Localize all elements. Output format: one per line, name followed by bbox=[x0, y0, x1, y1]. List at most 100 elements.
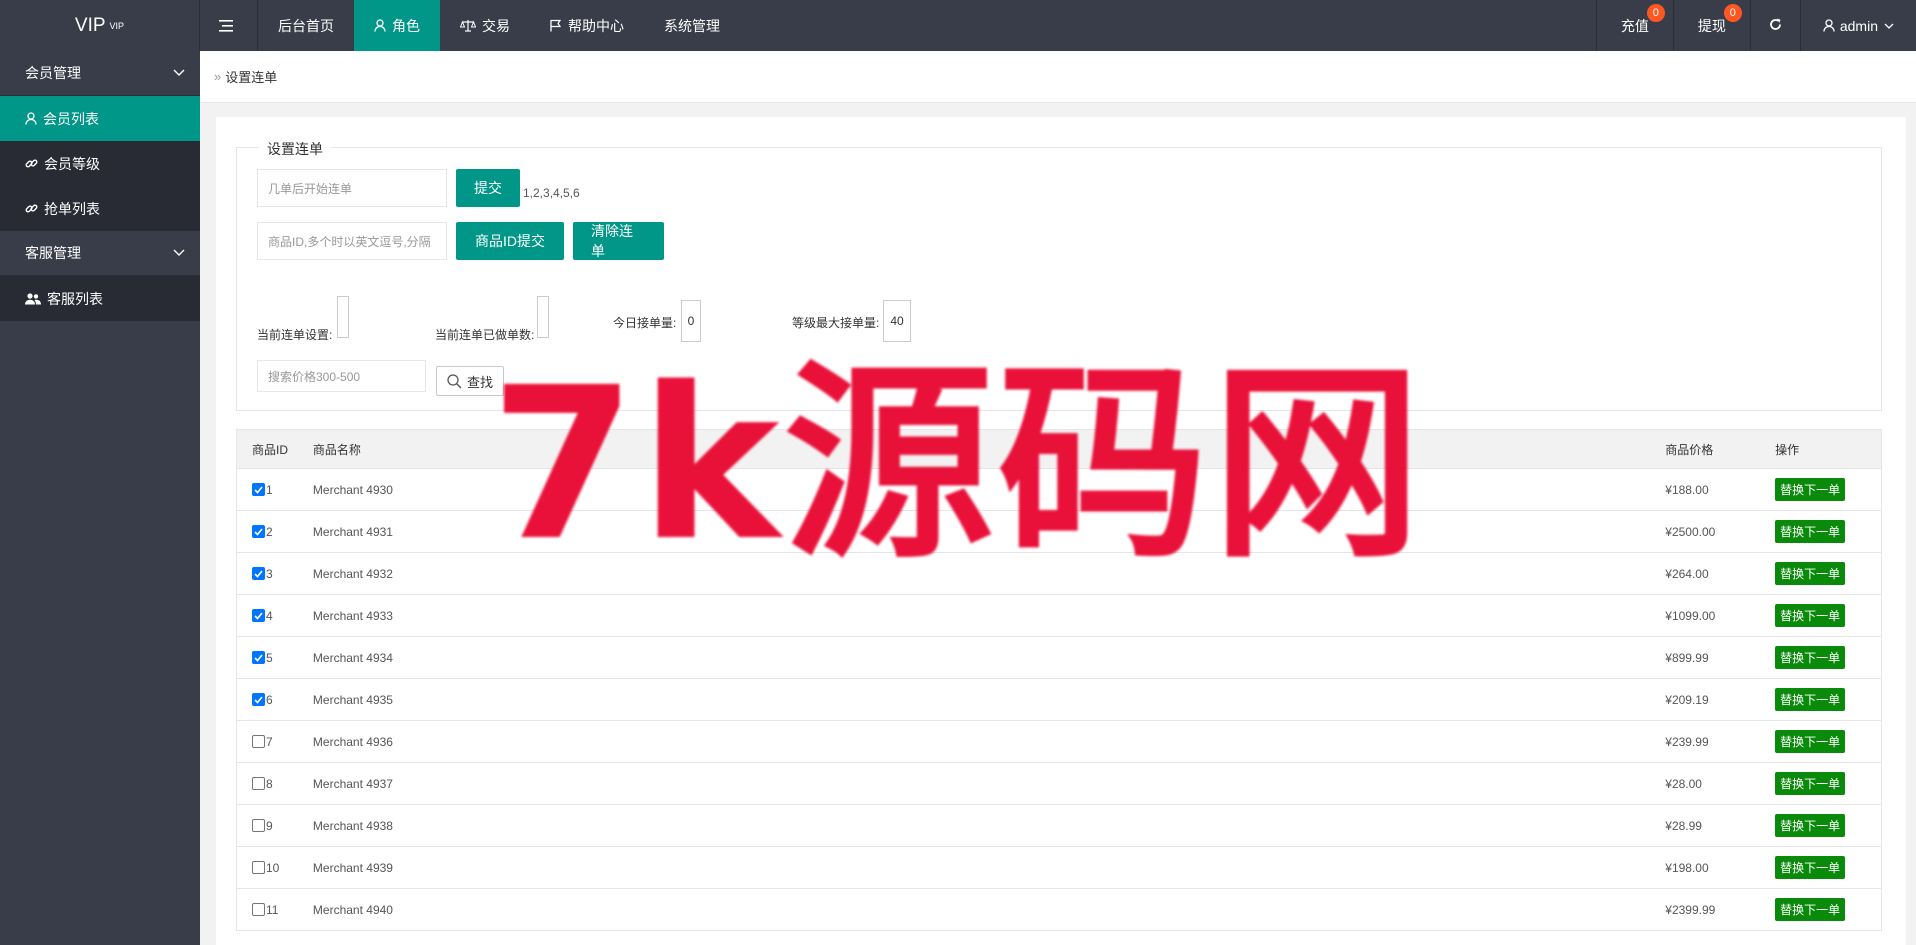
table-row: 10 Merchant 4939 ¥198.00 替换下一单 bbox=[236, 847, 1882, 889]
search-icon bbox=[447, 373, 462, 389]
chain-hint: 1,2,3,4,5,6 bbox=[523, 186, 580, 200]
row-price: ¥2399.99 bbox=[1665, 902, 1716, 917]
sidebar-item-member-list[interactable]: 会员列表 bbox=[0, 96, 200, 141]
row-op-cell: 替换下一单 bbox=[1775, 898, 1881, 921]
refresh-button[interactable] bbox=[1749, 0, 1800, 51]
row-op-cell: 替换下一单 bbox=[1775, 604, 1881, 627]
chevron-down-icon bbox=[172, 245, 186, 262]
user-menu[interactable]: admin bbox=[1799, 0, 1916, 51]
product-ids-input[interactable]: 商品ID,多个时以英文逗号,分隔 bbox=[257, 222, 447, 260]
row-id-cell: 4 bbox=[237, 609, 313, 623]
replace-next-button[interactable]: 替换下一单 bbox=[1775, 478, 1846, 501]
flag-icon bbox=[550, 19, 562, 32]
menu-toggle-button[interactable] bbox=[200, 0, 258, 51]
nav-help-label: 帮助中心 bbox=[568, 17, 624, 34]
row-price: ¥239.99 bbox=[1665, 734, 1709, 749]
table-row: 5 Merchant 4934 ¥899.99 替换下一单 bbox=[236, 637, 1882, 679]
table-body: 1 Merchant 4930 ¥188.00 替换下一单 2 Merchant 4931… bbox=[236, 469, 1882, 931]
sidebar-group-service[interactable]: 客服管理 bbox=[0, 231, 200, 276]
row-checkbox[interactable] bbox=[252, 861, 265, 874]
row-id-cell: 9 bbox=[237, 819, 313, 833]
row-price: ¥264.00 bbox=[1665, 566, 1709, 581]
nav-trade[interactable]: 交易 bbox=[440, 0, 530, 51]
top-nav: 后台首页 角色 交易 帮助中心 系统管理 bbox=[200, 0, 740, 51]
recharge-badge: 0 bbox=[1646, 4, 1665, 22]
sidebar-item-label: 抢单列表 bbox=[44, 200, 100, 217]
row-op-cell: 替换下一单 bbox=[1775, 688, 1881, 711]
breadcrumb-current: 设置连单 bbox=[225, 70, 278, 85]
row-op-cell: 替换下一单 bbox=[1775, 730, 1881, 753]
link-icon bbox=[25, 157, 38, 170]
replace-next-button[interactable]: 替换下一单 bbox=[1775, 814, 1846, 837]
product-id-submit-button[interactable]: 商品ID提交 bbox=[456, 222, 564, 260]
row-id: 7 bbox=[266, 734, 273, 749]
row-id: 9 bbox=[266, 818, 273, 833]
replace-next-button[interactable]: 替换下一单 bbox=[1775, 898, 1846, 921]
row-name: Merchant 4934 bbox=[312, 650, 393, 665]
users-icon bbox=[25, 292, 41, 305]
replace-next-button[interactable]: 替换下一单 bbox=[1775, 772, 1846, 795]
main-card: 设置连单 几单后开始连单 提交 1,2,3,4,5,6 商品ID,多个时以英文逗… bbox=[216, 117, 1906, 945]
sidebar-group-members[interactable]: 会员管理 bbox=[0, 51, 200, 96]
row-id: 6 bbox=[266, 692, 273, 707]
chain-order-form: 设置连单 几单后开始连单 提交 1,2,3,4,5,6 商品ID,多个时以英文逗… bbox=[236, 139, 1882, 411]
row-checkbox[interactable] bbox=[252, 609, 265, 622]
replace-next-button[interactable]: 替换下一单 bbox=[1775, 646, 1846, 669]
replace-next-button[interactable]: 替换下一单 bbox=[1775, 520, 1846, 543]
row-checkbox[interactable] bbox=[252, 819, 265, 832]
row-checkbox[interactable] bbox=[252, 777, 265, 790]
row-name: Merchant 4935 bbox=[312, 692, 393, 707]
admin-user-label: admin bbox=[1839, 17, 1878, 34]
nav-home[interactable]: 后台首页 bbox=[258, 0, 354, 51]
logo-text: VIP bbox=[74, 14, 106, 36]
row-id: 4 bbox=[266, 608, 273, 623]
recharge-button[interactable]: 充值 0 bbox=[1595, 0, 1673, 51]
nav-help[interactable]: 帮助中心 bbox=[530, 0, 644, 51]
scale-icon bbox=[460, 19, 476, 32]
row-checkbox[interactable] bbox=[252, 525, 265, 538]
row-checkbox[interactable] bbox=[252, 651, 265, 664]
sidebar-item-grab-orders[interactable]: 抢单列表 bbox=[0, 186, 200, 231]
replace-next-button[interactable]: 替换下一单 bbox=[1775, 604, 1846, 627]
row-name: Merchant 4932 bbox=[312, 566, 393, 581]
row-id-cell: 11 bbox=[237, 903, 313, 917]
row-price: ¥28.00 bbox=[1665, 776, 1702, 791]
row-id: 11 bbox=[266, 902, 279, 917]
row-id: 8 bbox=[266, 776, 273, 791]
price-search-input[interactable]: 搜索价格300-500 bbox=[257, 360, 426, 392]
nav-system[interactable]: 系统管理 bbox=[644, 0, 740, 51]
sidebar-service-sub: 客服列表 bbox=[0, 276, 200, 321]
replace-next-button[interactable]: 替换下一单 bbox=[1775, 730, 1846, 753]
clear-chain-button[interactable]: 清除连单 bbox=[573, 222, 664, 260]
row-name: Merchant 4937 bbox=[312, 776, 393, 791]
sidebar-item-service-list[interactable]: 客服列表 bbox=[0, 276, 200, 321]
table-row: 8 Merchant 4937 ¥28.00 替换下一单 bbox=[236, 763, 1882, 805]
find-button[interactable]: 查找 bbox=[436, 366, 505, 396]
sidebar-item-member-level[interactable]: 会员等级 bbox=[0, 141, 200, 186]
row-id-cell: 3 bbox=[237, 567, 313, 581]
replace-next-button[interactable]: 替换下一单 bbox=[1775, 562, 1846, 585]
nav-role[interactable]: 角色 bbox=[354, 0, 440, 51]
row-name: Merchant 4940 bbox=[312, 902, 393, 917]
table-row: 6 Merchant 4935 ¥209.19 替换下一单 bbox=[236, 679, 1882, 721]
submit-button[interactable]: 提交 bbox=[456, 169, 520, 207]
nav-system-label: 系统管理 bbox=[664, 17, 720, 34]
row-checkbox[interactable] bbox=[252, 903, 265, 916]
replace-next-button[interactable]: 替换下一单 bbox=[1775, 856, 1846, 879]
row-price: ¥28.99 bbox=[1665, 818, 1702, 833]
header-name: 商品名称 bbox=[312, 442, 361, 457]
start-order-input[interactable]: 几单后开始连单 bbox=[257, 169, 447, 207]
header-id: 商品ID bbox=[252, 442, 289, 457]
row-checkbox[interactable] bbox=[252, 693, 265, 706]
row-checkbox[interactable] bbox=[252, 483, 265, 496]
max-count-label: 等级最大接单量: bbox=[792, 316, 880, 330]
table-row: 4 Merchant 4933 ¥1099.00 替换下一单 bbox=[236, 595, 1882, 637]
replace-next-button[interactable]: 替换下一单 bbox=[1775, 688, 1846, 711]
row-checkbox[interactable] bbox=[252, 567, 265, 580]
row-checkbox[interactable] bbox=[252, 735, 265, 748]
logo[interactable]: VIP VIP bbox=[0, 0, 200, 51]
table-row: 1 Merchant 4930 ¥188.00 替换下一单 bbox=[236, 469, 1882, 511]
withdraw-label: 提现 bbox=[1697, 17, 1726, 34]
withdraw-button[interactable]: 提现 0 bbox=[1672, 0, 1750, 51]
products-table: 商品ID 商品名称 商品价格 操作 1 Merchant 4930 ¥188.00 替… bbox=[236, 429, 1882, 931]
